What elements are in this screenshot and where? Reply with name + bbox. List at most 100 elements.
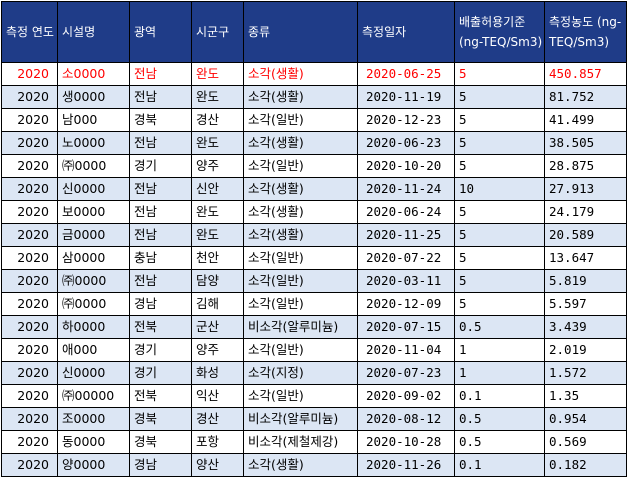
- cell-limit[interactable]: 5: [454, 131, 545, 155]
- cell-year[interactable]: 2020: [1, 338, 58, 362]
- cell-province[interactable]: 경기: [129, 361, 192, 385]
- cell-facility[interactable]: 보0000: [57, 200, 130, 224]
- cell-concentration[interactable]: 0.569: [544, 430, 627, 454]
- table-row[interactable]: 2020 ㈜0000 경남 김해 소각(일반) 2020-12-09 5 5.597: [1, 292, 627, 316]
- cell-year[interactable]: 2020: [1, 108, 58, 132]
- cell-year[interactable]: 2020: [1, 407, 58, 431]
- table-row[interactable]: 2020 ㈜0000 경기 양주 소각(일반) 2020-10-20 5 28.875: [1, 154, 627, 178]
- cell-concentration[interactable]: 41.499: [544, 108, 627, 132]
- cell-concentration[interactable]: 13.647: [544, 246, 627, 270]
- cell-city[interactable]: 완도: [191, 85, 244, 109]
- cell-year[interactable]: 2020: [1, 246, 58, 270]
- cell-city[interactable]: 양주: [191, 338, 244, 362]
- cell-type[interactable]: 소각(지정): [243, 361, 358, 385]
- cell-city[interactable]: 신안: [191, 177, 244, 201]
- cell-type[interactable]: 비소각(알루미늄): [243, 315, 358, 339]
- cell-year[interactable]: 2020: [1, 154, 58, 178]
- table-row[interactable]: 2020 신0000 전남 신안 소각(생활) 2020-11-24 10 27.913: [1, 177, 627, 201]
- cell-facility[interactable]: ㈜0000: [57, 269, 130, 293]
- table-row[interactable]: 2020 금0000 전남 완도 소각(생활) 2020-11-25 5 20.589: [1, 223, 627, 247]
- header-date[interactable]: 측정일자: [357, 1, 455, 63]
- table-row[interactable]: 2020 남000 경북 경산 소각(일반) 2020-12-23 5 41.499: [1, 108, 627, 132]
- cell-facility[interactable]: 금0000: [57, 223, 130, 247]
- cell-facility[interactable]: 신0000: [57, 361, 130, 385]
- cell-type[interactable]: 소각(생활): [243, 453, 358, 477]
- table-row[interactable]: 2020 노0000 전남 완도 소각(생활) 2020-06-23 5 38.505: [1, 131, 627, 155]
- cell-limit[interactable]: 0.1: [454, 453, 545, 477]
- cell-facility[interactable]: 노0000: [57, 131, 130, 155]
- table-row-highlighted[interactable]: 2020 소0000 전남 완도 소각(생활) 2020-06-25 5 450.857: [1, 62, 627, 86]
- header-concentration[interactable]: 측정농도 (ng-TEQ/Sm3): [544, 1, 627, 63]
- header-year[interactable]: 측정 연도: [1, 1, 58, 63]
- cell-year[interactable]: 2020: [1, 292, 58, 316]
- cell-date[interactable]: 2020-08-12: [357, 407, 455, 431]
- table-row[interactable]: 2020 삼0000 충남 천안 소각(일반) 2020-07-22 5 13.647: [1, 246, 627, 270]
- cell-facility[interactable]: 양0000: [57, 453, 130, 477]
- cell-type[interactable]: 소각(일반): [243, 269, 358, 293]
- cell-limit[interactable]: 5: [454, 85, 545, 109]
- cell-limit[interactable]: 5: [454, 62, 545, 86]
- cell-facility[interactable]: 신0000: [57, 177, 130, 201]
- cell-year[interactable]: 2020: [1, 361, 58, 385]
- cell-type[interactable]: 소각(일반): [243, 246, 358, 270]
- cell-city[interactable]: 천안: [191, 246, 244, 270]
- cell-limit[interactable]: 0.1: [454, 384, 545, 408]
- cell-province[interactable]: 경북: [129, 430, 192, 454]
- cell-type[interactable]: 소각(일반): [243, 108, 358, 132]
- cell-province[interactable]: 경기: [129, 338, 192, 362]
- cell-limit[interactable]: 1: [454, 338, 545, 362]
- cell-date[interactable]: 2020-09-02: [357, 384, 455, 408]
- cell-limit[interactable]: 1: [454, 361, 545, 385]
- cell-type[interactable]: 비소각(제철제강): [243, 430, 358, 454]
- cell-date[interactable]: 2020-06-25: [357, 62, 455, 86]
- cell-concentration[interactable]: 20.589: [544, 223, 627, 247]
- table-row[interactable]: 2020 생0000 전남 완도 소각(생활) 2020-11-19 5 81.752: [1, 85, 627, 109]
- cell-date[interactable]: 2020-06-24: [357, 200, 455, 224]
- cell-concentration[interactable]: 1.35: [544, 384, 627, 408]
- cell-concentration[interactable]: 38.505: [544, 131, 627, 155]
- cell-province[interactable]: 충남: [129, 246, 192, 270]
- cell-limit[interactable]: 5: [454, 200, 545, 224]
- table-row[interactable]: 2020 ㈜00000 전북 익산 소각(일반) 2020-09-02 0.1 1.35: [1, 384, 627, 408]
- cell-date[interactable]: 2020-03-11: [357, 269, 455, 293]
- cell-city[interactable]: 완도: [191, 62, 244, 86]
- cell-limit[interactable]: 0.5: [454, 407, 545, 431]
- cell-city[interactable]: 완도: [191, 131, 244, 155]
- cell-type[interactable]: 소각(일반): [243, 154, 358, 178]
- table-row[interactable]: 2020 동0000 경북 포항 비소각(제철제강) 2020-10-28 0.5 0.569: [1, 430, 627, 454]
- cell-province[interactable]: 전남: [129, 177, 192, 201]
- cell-city[interactable]: 경산: [191, 108, 244, 132]
- cell-year[interactable]: 2020: [1, 131, 58, 155]
- cell-facility[interactable]: 남000: [57, 108, 130, 132]
- cell-city[interactable]: 양산: [191, 453, 244, 477]
- cell-type[interactable]: 소각(생활): [243, 85, 358, 109]
- cell-concentration[interactable]: 450.857: [544, 62, 627, 86]
- cell-concentration[interactable]: 81.752: [544, 85, 627, 109]
- cell-city[interactable]: 익산: [191, 384, 244, 408]
- cell-facility[interactable]: 애000: [57, 338, 130, 362]
- cell-province[interactable]: 전남: [129, 223, 192, 247]
- cell-concentration[interactable]: 28.875: [544, 154, 627, 178]
- table-row[interactable]: 2020 조0000 경북 경산 비소각(알루미늄) 2020-08-12 0.5 0.954: [1, 407, 627, 431]
- cell-limit[interactable]: 5: [454, 292, 545, 316]
- cell-limit[interactable]: 10: [454, 177, 545, 201]
- cell-type[interactable]: 비소각(알루미늄): [243, 407, 358, 431]
- cell-date[interactable]: 2020-06-23: [357, 131, 455, 155]
- cell-concentration[interactable]: 0.182: [544, 453, 627, 477]
- cell-date[interactable]: 2020-11-25: [357, 223, 455, 247]
- cell-city[interactable]: 완도: [191, 223, 244, 247]
- cell-facility[interactable]: ㈜0000: [57, 154, 130, 178]
- cell-province[interactable]: 경남: [129, 453, 192, 477]
- cell-date[interactable]: 2020-10-20: [357, 154, 455, 178]
- cell-limit[interactable]: 5: [454, 246, 545, 270]
- header-province[interactable]: 광역: [129, 1, 192, 63]
- header-limit[interactable]: 배출허용기준 (ng-TEQ/Sm3): [454, 1, 545, 63]
- cell-year[interactable]: 2020: [1, 453, 58, 477]
- cell-type[interactable]: 소각(일반): [243, 384, 358, 408]
- cell-date[interactable]: 2020-10-28: [357, 430, 455, 454]
- cell-date[interactable]: 2020-12-23: [357, 108, 455, 132]
- cell-type[interactable]: 소각(일반): [243, 338, 358, 362]
- cell-date[interactable]: 2020-11-04: [357, 338, 455, 362]
- cell-province[interactable]: 경북: [129, 407, 192, 431]
- cell-concentration[interactable]: 3.439: [544, 315, 627, 339]
